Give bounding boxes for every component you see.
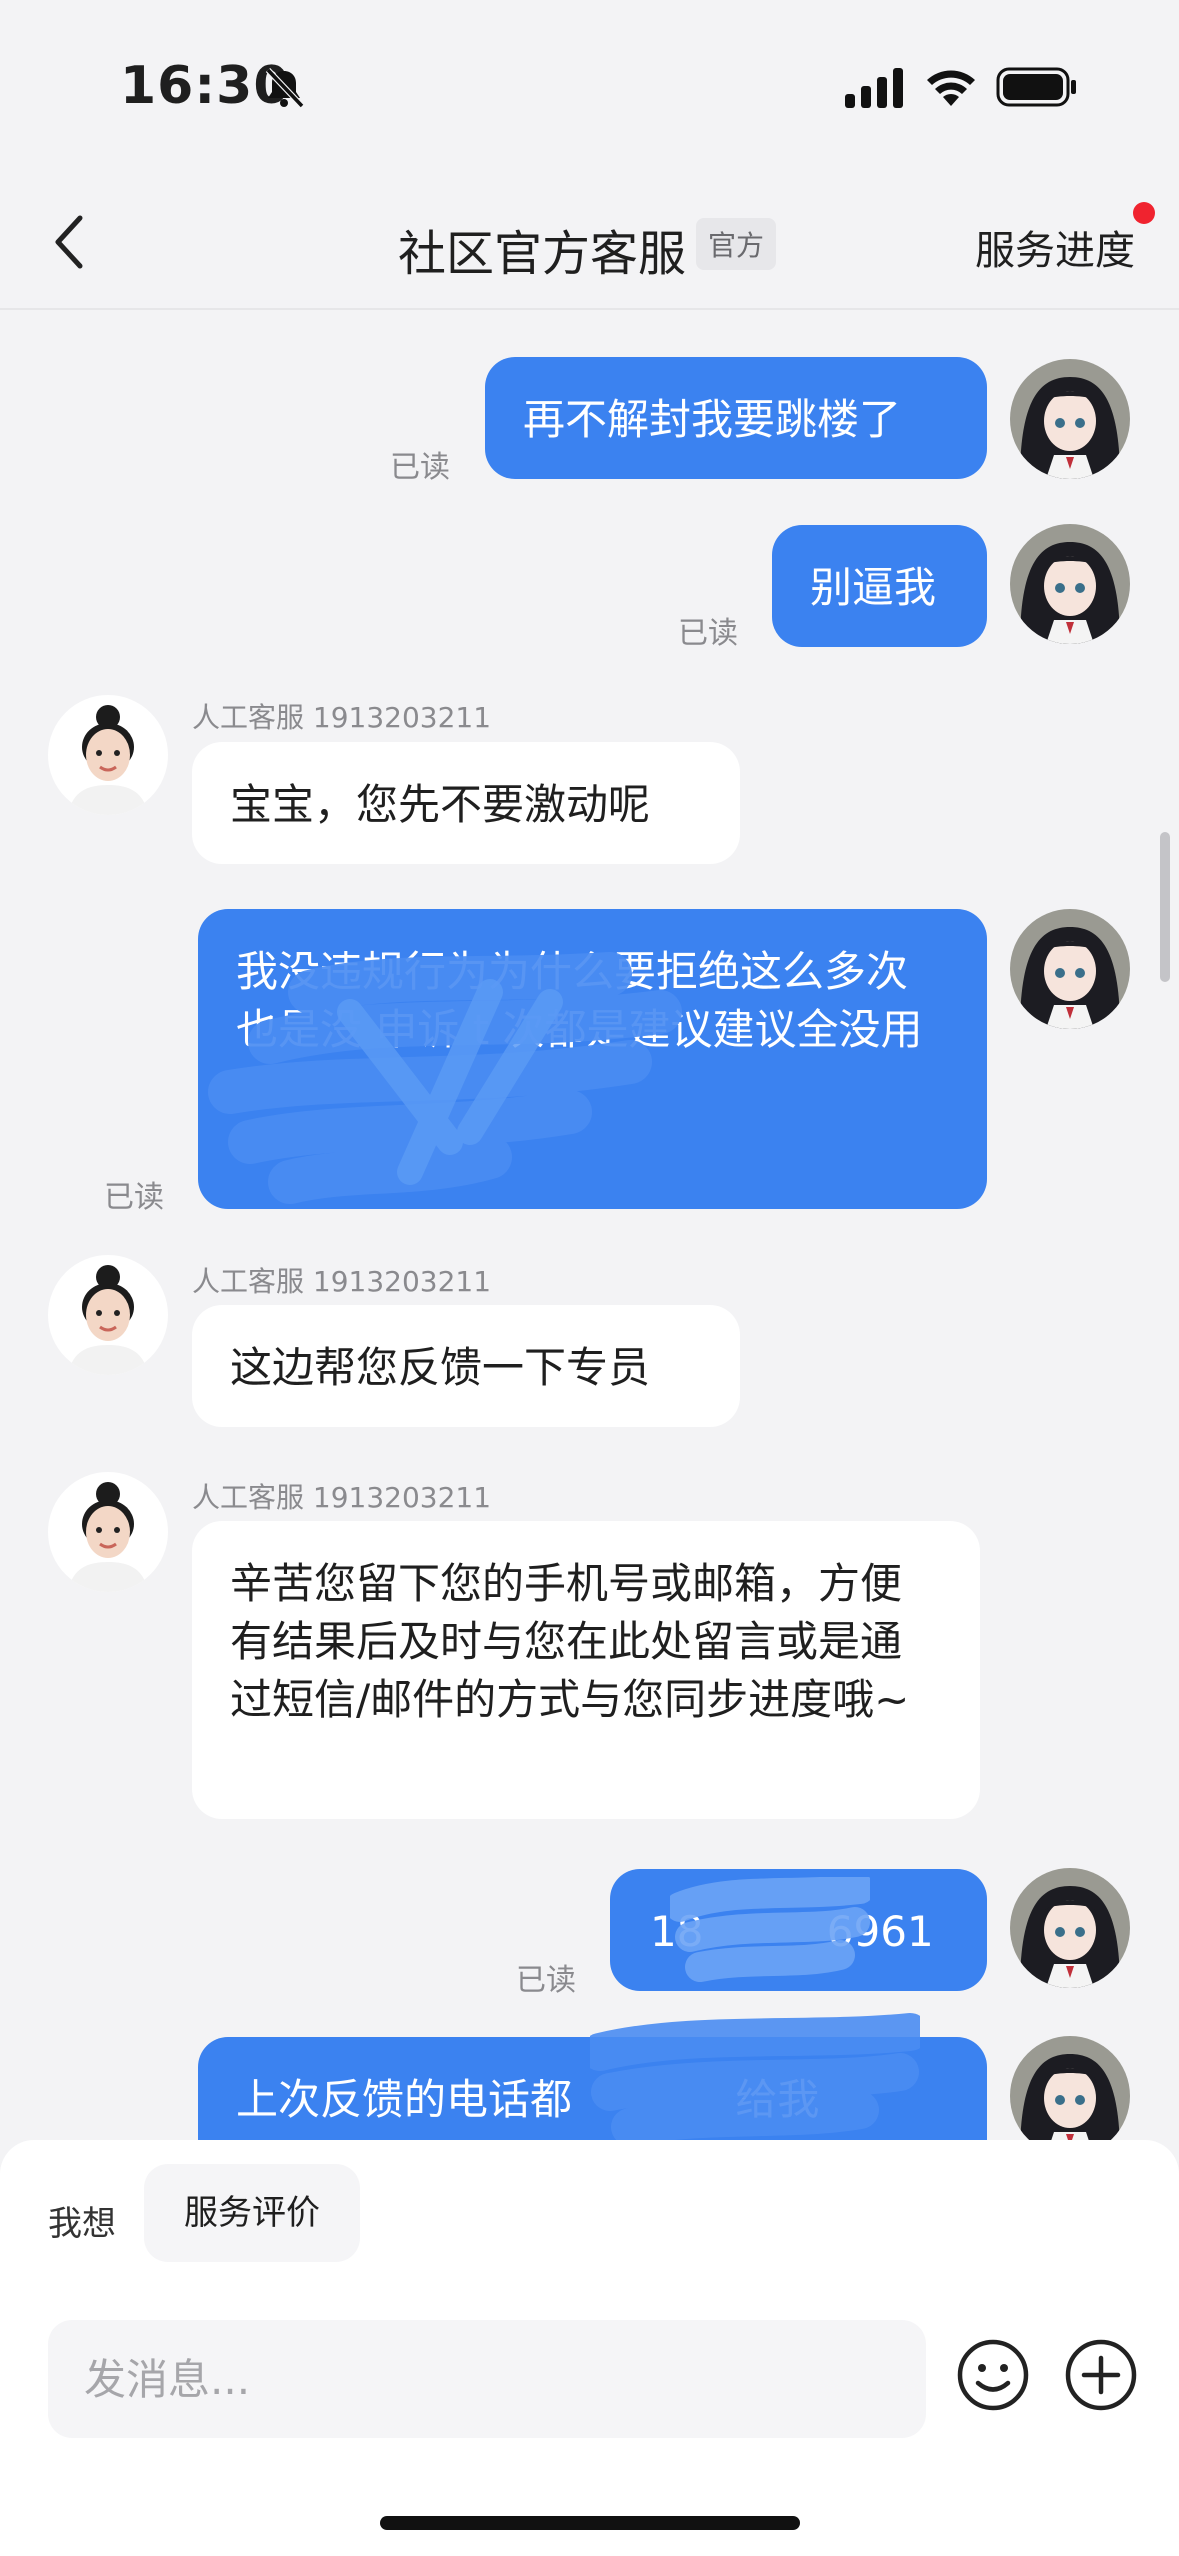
user-avatar[interactable]	[1010, 909, 1130, 1029]
message-text: 宝宝，您先不要激动呢	[230, 780, 651, 829]
read-status: 已读	[390, 450, 450, 485]
chat-area[interactable]: 再不解封我要跳楼了 已读 别逼我 已读 人工客服 1913203211 宝宝，您…	[0, 312, 1179, 2140]
back-icon[interactable]	[48, 212, 92, 272]
message-bubble-in[interactable]: 这边帮您反馈一下专员	[192, 1305, 740, 1427]
wifi-icon	[927, 70, 975, 106]
message-bubble-out[interactable]: 我没违规行为为什么要拒绝这么多次 也是没 申诉 t 次都是建议建议全没用	[198, 909, 987, 1209]
status-bar: 16:30	[0, 0, 1179, 170]
user-avatar[interactable]	[1010, 1868, 1130, 1988]
message-text: 我没违规行为为什么要拒绝这么多次 也是没 申诉 t 次都是建议建议全没用	[236, 947, 923, 1054]
agent-avatar[interactable]	[48, 695, 168, 815]
notification-dot	[1133, 202, 1155, 224]
sender-label: 人工客服 1913203211	[192, 1481, 492, 1514]
sender-label: 人工客服 1913203211	[192, 1265, 492, 1298]
message-bubble-out[interactable]: 18 6961	[610, 1869, 987, 1991]
service-rating-chip[interactable]: 服务评价	[144, 2164, 360, 2262]
message-bubble-out[interactable]: 上次反馈的电话都 给我	[198, 2037, 987, 2140]
home-indicator[interactable]	[380, 2516, 800, 2530]
message-bubble-out[interactable]: 再不解封我要跳楼了	[485, 357, 987, 479]
read-status: 已读	[104, 1180, 164, 1215]
agent-avatar[interactable]	[48, 1255, 168, 1375]
read-status: 已读	[516, 1963, 576, 1998]
message-text: 这边帮您反馈一下专员	[230, 1343, 651, 1392]
bottom-panel: 我想 服务评价	[0, 2140, 1179, 2556]
message-bubble-out[interactable]: 别逼我	[772, 525, 987, 647]
page-title: 社区官方客服	[398, 226, 687, 282]
sender-label: 人工客服 1913203211	[192, 701, 492, 734]
signal-icon	[845, 68, 903, 108]
user-avatar[interactable]	[1010, 359, 1130, 479]
bell-muted-icon	[265, 67, 305, 109]
scrollbar[interactable]	[1160, 832, 1170, 982]
nav-bar: 社区官方客服 官方 服务进度	[0, 170, 1179, 310]
message-text: 辛苦您留下您的手机号或邮箱，方便有结果后及时与您在此处留言或是通过短信/邮件的方…	[230, 1559, 910, 1724]
message-text: 18 6961	[650, 1907, 934, 1956]
message-bubble-in[interactable]: 宝宝，您先不要激动呢	[192, 742, 740, 864]
service-progress-link[interactable]: 服务进度	[975, 218, 1135, 276]
message-text: 再不解封我要跳楼了	[523, 395, 902, 444]
emoji-icon[interactable]	[956, 2338, 1030, 2412]
user-avatar[interactable]	[1010, 2036, 1130, 2140]
plus-icon[interactable]	[1064, 2338, 1138, 2412]
message-text: 别逼我	[810, 563, 937, 612]
message-input[interactable]	[48, 2320, 926, 2438]
user-avatar[interactable]	[1010, 524, 1130, 644]
message-bubble-in[interactable]: 辛苦您留下您的手机号或邮箱，方便有结果后及时与您在此处留言或是通过短信/邮件的方…	[192, 1521, 980, 1819]
agent-avatar[interactable]	[48, 1472, 168, 1592]
message-text: 上次反馈的电话都 给我	[236, 2075, 820, 2124]
quick-reply-prefix: 我想	[48, 2204, 116, 2244]
battery-icon	[996, 67, 1076, 107]
official-badge: 官方	[696, 218, 777, 270]
read-status: 已读	[678, 616, 738, 651]
